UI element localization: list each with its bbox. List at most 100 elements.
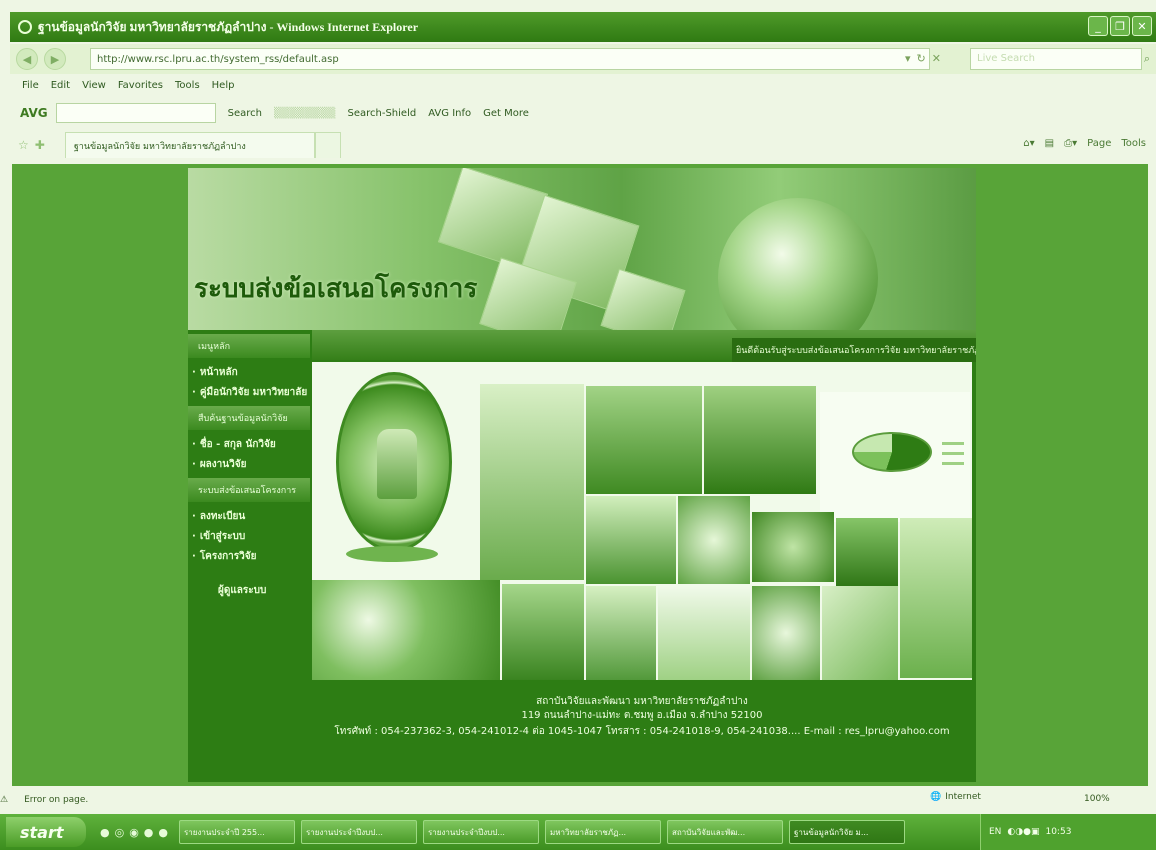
feeds-icon[interactable]: ▤ xyxy=(1045,138,1054,149)
page-menu[interactable]: Page xyxy=(1087,138,1111,149)
sidebar-link-home[interactable]: หน้าหลัก xyxy=(188,362,310,382)
sidebar-heading-search: สืบค้นฐานข้อมูลนักวิจัย xyxy=(188,406,310,430)
seal-shadow xyxy=(346,546,438,562)
error-icon[interactable]: ⚠ xyxy=(0,795,8,805)
website: ระบบส่งข้อเสนอโครงการ เมนูหลัก หน้าหลัก … xyxy=(188,168,976,782)
menu-tools[interactable]: Tools xyxy=(175,80,200,96)
security-zone: 🌐 Internet xyxy=(930,792,981,802)
sidebar-link-login[interactable]: เข้าสู่ระบบ xyxy=(188,526,310,546)
photo-hands-globe xyxy=(752,586,820,680)
restore-button[interactable]: ❐ xyxy=(1110,16,1130,36)
windows-taskbar: start ●◎◉●● รายงานประจำปี 255... รายงานป… xyxy=(0,814,1156,850)
taskbar-item[interactable]: มหาวิทยาลัยราชภัฏ... xyxy=(545,820,661,844)
menu-bar: File Edit View Favorites Tools Help xyxy=(10,80,234,96)
legend-line xyxy=(942,462,964,465)
zone-label: Internet xyxy=(945,792,981,802)
sidebar-link-researcher-name[interactable]: ชื่อ - สกุล นักวิจัย xyxy=(188,434,310,454)
avg-search-button[interactable]: Search xyxy=(228,108,262,119)
window-controls: _ ❐ ✕ xyxy=(1088,16,1152,36)
photo-grass xyxy=(586,496,676,584)
photo-businessman xyxy=(658,586,750,680)
address-toolbar: ◀ ▶ http://www.rsc.lpru.ac.th/system_rss… xyxy=(10,44,1156,74)
avg-search-input[interactable] xyxy=(55,103,216,123)
photo-farmers xyxy=(704,386,816,494)
avg-toolbar: AVG Search ▒▒▒▒▒▒▒▒ Search-Shield AVG In… xyxy=(10,100,1156,126)
tab-current[interactable]: ฐานข้อมูลนักวิจัย มหาวิทยาลัยราชภัฏลำปาง xyxy=(64,132,315,158)
ie-icon xyxy=(18,20,32,34)
close-button[interactable]: ✕ xyxy=(1132,16,1152,36)
photo-money xyxy=(822,586,898,680)
globe-icon: 🌐 xyxy=(930,792,942,802)
tab-title: ฐานข้อมูลนักวิจัย มหาวิทยาลัยราชภัฏลำปาง xyxy=(73,141,246,152)
taskbar-item[interactable]: สถาบันวิจัยและพัฒ... xyxy=(667,820,783,844)
minimize-button[interactable]: _ xyxy=(1088,16,1108,36)
home-icon[interactable]: ⌂▾ xyxy=(1023,138,1034,149)
status-bar: ⚠ Error on page. 🌐 Internet 100% xyxy=(0,790,1156,810)
taskbar-item[interactable]: รายงานประจำปีงบป... xyxy=(423,820,539,844)
url-text: http://www.rsc.lpru.ac.th/system_rss/def… xyxy=(97,53,339,65)
window-titlebar: ฐานข้อมูลนักวิจัย มหาวิทยาลัยราชภัฏลำปาง… xyxy=(10,12,1156,42)
footer-contact: โทรศัพท์ : 054-237362-3, 054-241012-4 ต่… xyxy=(334,726,950,737)
sidebar-link-admin[interactable]: ผู้ดูแลระบบ xyxy=(188,576,310,604)
forward-button[interactable]: ▶ xyxy=(44,48,66,70)
university-seal-logo xyxy=(336,372,452,552)
photo-plants xyxy=(836,518,898,588)
site-title: ระบบส่งข้อเสนอโครงการ xyxy=(194,274,478,304)
photo-vegetables xyxy=(752,512,834,582)
footer-address: 119 ถนนลำปาง-แม่ทะ ต.ชมพู อ.เมือง จ.ลำปา… xyxy=(521,710,763,721)
photo-corn xyxy=(900,518,972,678)
window-title: ฐานข้อมูลนักวิจัย มหาวิทยาลัยราชภัฏลำปาง… xyxy=(38,19,419,34)
menu-view[interactable]: View xyxy=(82,80,106,96)
site-sidebar: เมนูหลัก หน้าหลัก คู่มือนักวิจัย มหาวิทย… xyxy=(188,330,310,782)
photo-collage xyxy=(312,362,972,680)
photo-sunflowers xyxy=(312,580,500,680)
site-banner: ระบบส่งข้อเสนอโครงการ xyxy=(188,168,976,330)
taskbar-item[interactable]: รายงานประจำปี 255... xyxy=(179,820,295,844)
banner-globe-image xyxy=(718,198,878,330)
command-bar: ⌂▾ ▤ ⎙▾ Page Tools xyxy=(1023,138,1146,149)
pie-chart-image xyxy=(852,432,932,472)
menu-favorites[interactable]: Favorites xyxy=(118,80,163,96)
sidebar-link-manual[interactable]: คู่มือนักวิจัย มหาวิทยาลัย xyxy=(188,382,310,402)
live-search-input[interactable]: Live Search xyxy=(970,48,1142,70)
seal-emblem xyxy=(377,429,417,499)
tools-menu[interactable]: Tools xyxy=(1121,138,1146,149)
avg-info-button[interactable]: AVG Info xyxy=(428,108,471,119)
favorites-star-icon[interactable]: ☆✚ xyxy=(18,138,51,152)
photo-rice-field xyxy=(586,386,702,494)
avg-disabled-item: ▒▒▒▒▒▒▒▒ xyxy=(273,107,336,119)
sidebar-link-register[interactable]: ลงทะเบียน xyxy=(188,506,310,526)
taskbar-item[interactable]: รายงานประจำปีงบป... xyxy=(301,820,417,844)
get-more-button[interactable]: Get More xyxy=(483,108,529,119)
footer-institute: สถาบันวิจัยและพัฒนา มหาวิทยาลัยราชภัฏลำป… xyxy=(536,696,748,707)
search-shield-button[interactable]: Search-Shield xyxy=(348,108,417,119)
avg-logo[interactable]: AVG xyxy=(20,106,48,120)
menu-help[interactable]: Help xyxy=(212,80,235,96)
tray-icons[interactable]: ◐◑●▣ xyxy=(1007,827,1039,837)
photo-man-walking xyxy=(480,384,584,580)
clock: 10:53 xyxy=(1045,827,1072,837)
taskbar-item-active[interactable]: ฐานข้อมูลนักวิจัย ม... xyxy=(789,820,905,844)
photo-garden xyxy=(502,584,584,680)
refresh-stop-icons[interactable]: ▾↻✕ xyxy=(905,52,947,65)
back-button[interactable]: ◀ xyxy=(16,48,38,70)
quick-launch-icons[interactable]: ●◎◉●● xyxy=(100,826,173,839)
welcome-marquee: ยินดีต้อนรับสู่ระบบส่งข้อเสนอโครงการวิจั… xyxy=(732,338,976,362)
address-field[interactable]: http://www.rsc.lpru.ac.th/system_rss/def… xyxy=(90,48,930,70)
sidebar-heading-menu: เมนูหลัก xyxy=(188,334,310,358)
menu-edit[interactable]: Edit xyxy=(51,80,70,96)
tab-bar: ☆✚ ฐานข้อมูลนักวิจัย มหาวิทยาลัยราชภัฏลำ… xyxy=(10,130,1156,160)
sidebar-link-projects[interactable]: โครงการวิจัย xyxy=(188,546,310,566)
zoom-level[interactable]: 100% xyxy=(1084,794,1110,804)
language-indicator[interactable]: EN xyxy=(989,827,1001,837)
start-button[interactable]: start xyxy=(6,817,86,847)
sidebar-link-research-work[interactable]: ผลงานวิจัย xyxy=(188,454,310,474)
new-tab-button[interactable] xyxy=(314,132,341,158)
menu-file[interactable]: File xyxy=(22,80,39,96)
print-icon[interactable]: ⎙▾ xyxy=(1064,138,1077,149)
status-message[interactable]: Error on page. xyxy=(24,795,88,805)
legend-line xyxy=(942,442,964,445)
photo-eggs xyxy=(678,496,750,584)
search-icon[interactable]: ⌕ xyxy=(1144,52,1150,66)
system-tray: EN ◐◑●▣ 10:53 xyxy=(980,814,1156,850)
